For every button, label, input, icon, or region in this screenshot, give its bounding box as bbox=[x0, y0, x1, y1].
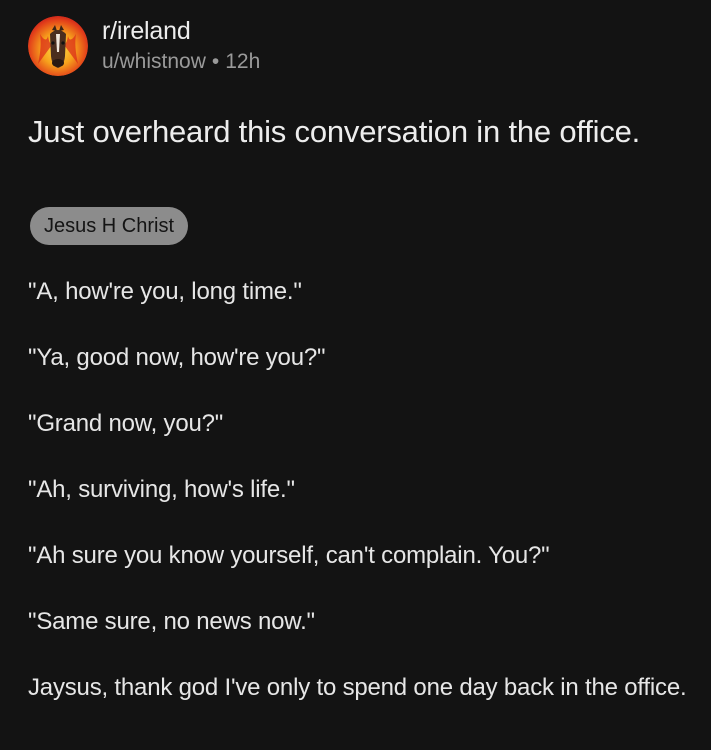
post-body: "A, how're you, long time." "Ya, good no… bbox=[28, 277, 688, 702]
subreddit-avatar-horse-icon[interactable] bbox=[28, 16, 88, 76]
author-username[interactable]: u/whistnow bbox=[102, 50, 206, 73]
post-meta: r/ireland u/whistnow • 12h bbox=[102, 16, 260, 76]
post-paragraph: "Ya, good now, how're you?" bbox=[28, 344, 326, 371]
post-paragraph: "A, how're you, long time." bbox=[28, 278, 302, 305]
post-age: 12h bbox=[225, 50, 261, 73]
byline: u/whistnow • 12h bbox=[102, 48, 260, 76]
post-title[interactable]: Just overheard this conversation in the … bbox=[28, 112, 678, 152]
subreddit-name[interactable]: r/ireland bbox=[102, 16, 260, 46]
post-paragraph: "Grand now, you?" bbox=[28, 410, 224, 437]
post-paragraph: "Same sure, no news now." bbox=[28, 608, 315, 635]
post-paragraph: Jaysus, thank god I've only to spend one… bbox=[28, 674, 687, 701]
post-paragraph: "Ah sure you know yourself, can't compla… bbox=[28, 542, 550, 569]
separator-dot: • bbox=[211, 50, 220, 73]
post-flair[interactable]: Jesus H Christ bbox=[30, 207, 189, 245]
post-paragraph: "Ah, surviving, how's life." bbox=[28, 476, 295, 503]
post-header: r/ireland u/whistnow • 12h bbox=[28, 16, 260, 76]
